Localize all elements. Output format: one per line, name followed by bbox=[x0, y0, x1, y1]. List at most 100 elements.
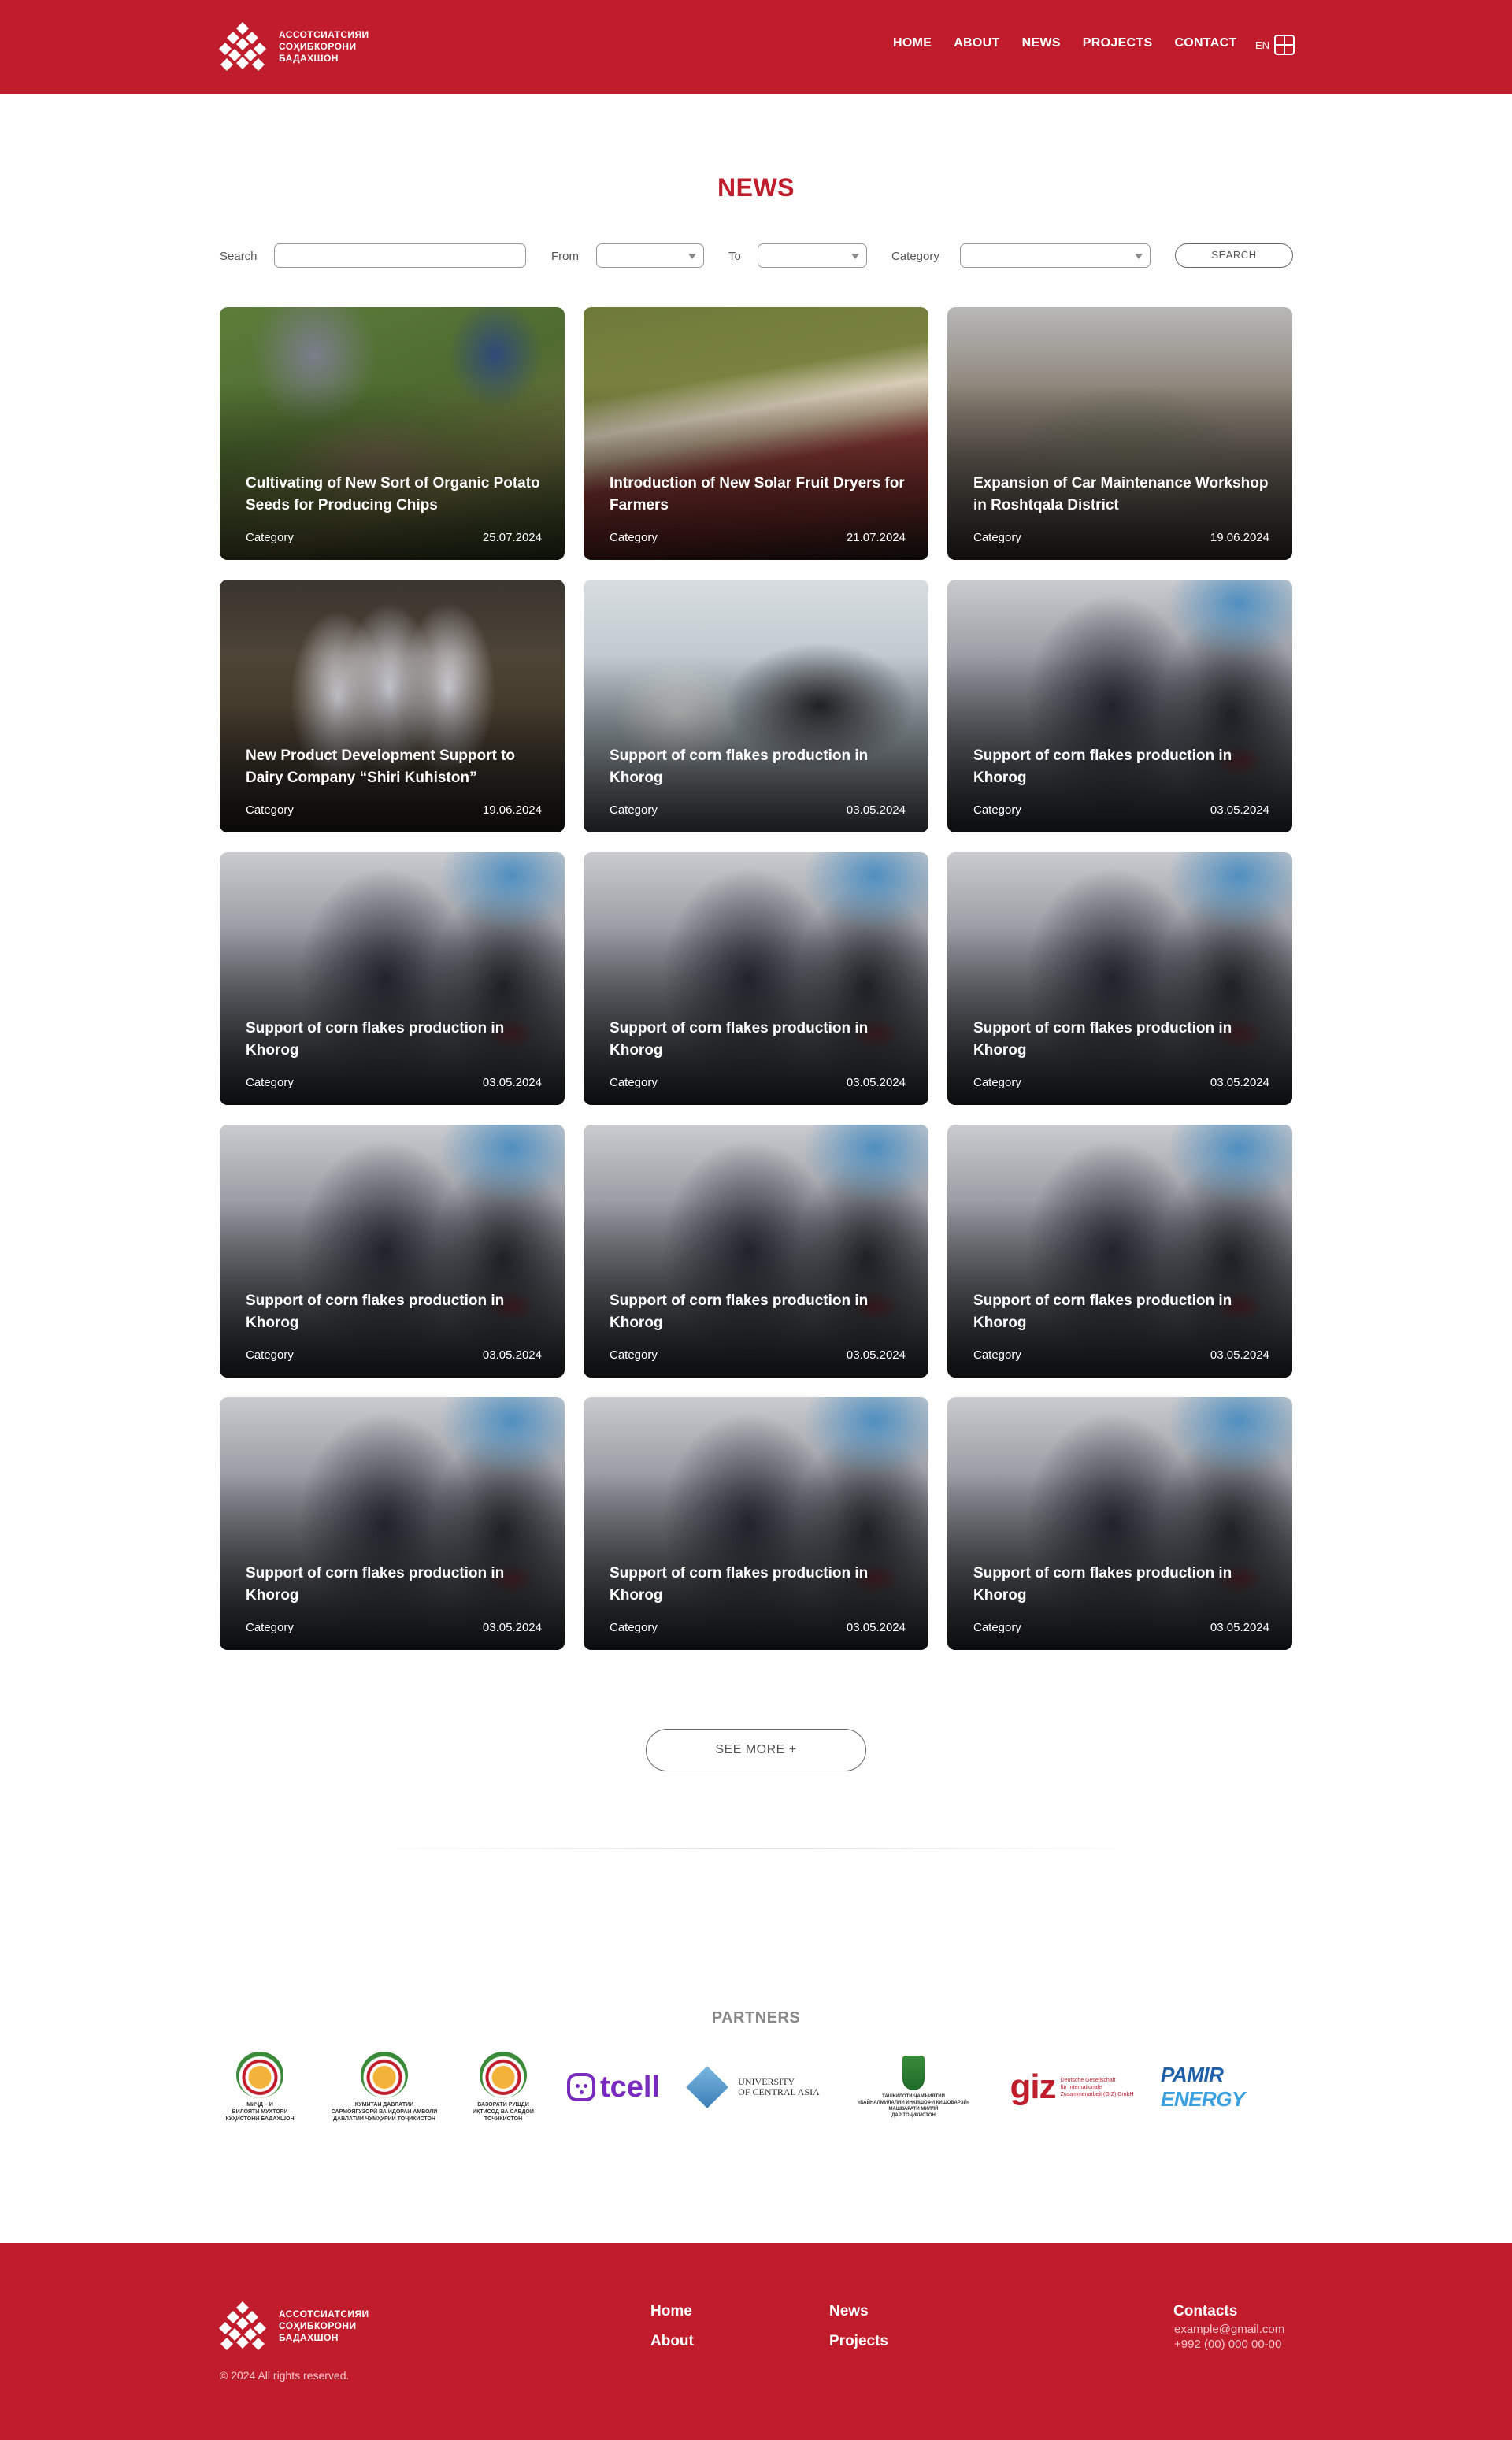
partner-logo[interactable]: ВАЗОРАТИ РУШДИ ИҚТИСОД ВА САВДОИ ТОҶИКИС… bbox=[468, 2052, 539, 2123]
logo-line: АССОТСИАТСИЯИ bbox=[279, 28, 369, 40]
partner-logo[interactable]: ТАШКИЛОТИ ҶАМЪИЯТИИ «БАЙНАЛМИЛАЛИИ ИНКИШ… bbox=[846, 2052, 981, 2123]
footer-logo[interactable]: АССОТСИАТСИЯИ СОҲИБКОРОНИ БАДАХШОН bbox=[219, 2300, 369, 2352]
partner-logo[interactable]: PAMIR ENERGY bbox=[1161, 2052, 1292, 2123]
to-date-select[interactable] bbox=[758, 243, 867, 268]
partner-logo[interactable]: UNIVERSITY OF CENTRAL ASIA bbox=[686, 2052, 822, 2123]
news-title: Support of corn flakes production in Kho… bbox=[973, 1292, 1232, 1331]
news-category: Category bbox=[246, 1621, 294, 1634]
news-title: Support of corn flakes production in Kho… bbox=[973, 1565, 1232, 1604]
nav-projects[interactable]: PROJECTS bbox=[1083, 36, 1153, 50]
image-overlay bbox=[584, 1125, 928, 1378]
uca-diamond-icon bbox=[686, 2066, 729, 2108]
logo-line: БАДАХШОН bbox=[279, 52, 339, 64]
news-date: 03.05.2024 bbox=[1210, 1076, 1269, 1089]
news-card[interactable]: Support of corn flakes production in Kho… bbox=[584, 852, 928, 1105]
image-overlay bbox=[220, 1125, 565, 1378]
news-date: 03.05.2024 bbox=[482, 1348, 542, 1362]
language-switcher[interactable]: EN bbox=[1255, 35, 1295, 55]
news-card[interactable]: Support of corn flakes production in Kho… bbox=[947, 580, 1292, 832]
state-emblem-icon bbox=[236, 2052, 284, 2098]
site-header: АССОТСИАТСИЯИ СОҲИБКОРОНИ БАДАХШОН HOME … bbox=[0, 0, 1512, 94]
image-overlay bbox=[584, 1397, 928, 1650]
contact-phone[interactable]: +992 (00) 000 00-00 bbox=[1174, 2338, 1281, 2351]
partner-logo[interactable]: giz Deutsche Gesellschaft für Internatio… bbox=[1005, 2052, 1139, 2123]
search-input[interactable] bbox=[274, 243, 526, 268]
giz-logo: giz Deutsche Gesellschaft für Internatio… bbox=[1010, 2067, 1133, 2107]
see-more-button[interactable]: SEE MORE + bbox=[646, 1729, 866, 1771]
partner-caption: МИҶД – И ВИЛОЯТИ МУХТОРИ КӮҲИСТОНИ БАДАХ… bbox=[225, 2102, 295, 2122]
giz-wordmark: giz bbox=[1010, 2067, 1056, 2106]
state-emblem-icon bbox=[480, 2052, 527, 2098]
news-card[interactable]: Support of corn flakes production in Kho… bbox=[947, 1397, 1292, 1650]
news-card[interactable]: New Product Development Support to Dairy… bbox=[220, 580, 565, 832]
news-title: Support of corn flakes production in Kho… bbox=[246, 1292, 505, 1331]
search-button[interactable]: SEARCH bbox=[1175, 243, 1293, 268]
partner-caption: ВАЗОРАТИ РУШДИ ИҚТИСОД ВА САВДОИ ТОҶИКИС… bbox=[472, 2102, 534, 2122]
footer-link-home[interactable]: Home bbox=[650, 2303, 692, 2320]
news-date: 19.06.2024 bbox=[482, 803, 542, 817]
news-title: Support of corn flakes production in Kho… bbox=[610, 1020, 869, 1059]
news-card[interactable]: Support of corn flakes production in Kho… bbox=[584, 580, 928, 832]
news-category: Category bbox=[973, 1621, 1021, 1634]
pamir-energy-logo: PAMIR ENERGY bbox=[1161, 2063, 1245, 2111]
logo-line: СОҲИБКОРОНИ bbox=[279, 40, 357, 52]
image-overlay bbox=[220, 307, 565, 560]
image-overlay bbox=[220, 1397, 565, 1650]
to-label: To bbox=[728, 250, 741, 263]
logo-mark-icon bbox=[219, 2301, 266, 2350]
news-category: Category bbox=[246, 803, 294, 817]
category-select[interactable] bbox=[960, 243, 1151, 268]
green-stamp-icon bbox=[902, 2056, 925, 2090]
news-category: Category bbox=[973, 1076, 1021, 1089]
news-date: 19.06.2024 bbox=[1210, 531, 1269, 544]
news-title: Support of corn flakes production in Kho… bbox=[610, 1292, 869, 1331]
partner-logo[interactable]: КУМИТАИ ДАВЛАТИИ САРМОЯГУЗОРӢ ВА ИДОРАИ … bbox=[321, 2052, 447, 2123]
language-label: EN bbox=[1255, 39, 1270, 51]
contact-email[interactable]: example@gmail.com bbox=[1174, 2323, 1284, 2336]
news-card[interactable]: Support of corn flakes production in Kho… bbox=[584, 1397, 928, 1650]
news-category: Category bbox=[246, 531, 294, 544]
site-footer: АССОТСИАТСИЯИ СОҲИБКОРОНИ БАДАХШОН © 202… bbox=[0, 2243, 1512, 2440]
news-card[interactable]: Expansion of Car Maintenance Workshop in… bbox=[947, 307, 1292, 560]
news-card[interactable]: Support of corn flakes production in Kho… bbox=[947, 852, 1292, 1105]
news-card[interactable]: Support of corn flakes production in Kho… bbox=[220, 852, 565, 1105]
image-overlay bbox=[584, 580, 928, 832]
image-overlay bbox=[584, 852, 928, 1105]
footer-link-projects[interactable]: Projects bbox=[829, 2333, 888, 2350]
news-filters: Search From To Category SEARCH bbox=[220, 243, 1293, 269]
category-label: Category bbox=[891, 250, 939, 263]
logo-text: АССОТСИАТСИЯИ СОҲИБКОРОНИ БАДАХШОН bbox=[279, 29, 369, 65]
image-overlay bbox=[584, 307, 928, 560]
news-card[interactable]: Introduction of New Solar Fruit Dryers f… bbox=[584, 307, 928, 560]
news-title: Support of corn flakes production in Kho… bbox=[246, 1020, 505, 1059]
news-title: Support of corn flakes production in Kho… bbox=[246, 1565, 505, 1604]
footer-link-about[interactable]: About bbox=[650, 2333, 694, 2350]
nav-contact[interactable]: CONTACT bbox=[1174, 36, 1236, 50]
news-card[interactable]: Support of corn flakes production in Kho… bbox=[220, 1397, 565, 1650]
nav-home[interactable]: HOME bbox=[893, 36, 932, 50]
from-date-select[interactable] bbox=[596, 243, 704, 268]
footer-link-news[interactable]: News bbox=[829, 2303, 869, 2320]
news-card[interactable]: Support of corn flakes production in Kho… bbox=[584, 1125, 928, 1378]
image-overlay bbox=[947, 852, 1292, 1105]
nav-news[interactable]: NEWS bbox=[1022, 36, 1061, 50]
news-date: 03.05.2024 bbox=[1210, 1621, 1269, 1634]
image-overlay bbox=[220, 580, 565, 832]
site-logo[interactable]: АССОТСИАТСИЯИ СОҲИБКОРОНИ БАДАХШОН bbox=[219, 20, 376, 72]
news-date: 21.07.2024 bbox=[846, 531, 906, 544]
partner-logo[interactable]: tcell bbox=[562, 2052, 665, 2123]
from-label: From bbox=[551, 250, 579, 263]
news-title: Support of corn flakes production in Kho… bbox=[610, 747, 869, 786]
news-date: 03.05.2024 bbox=[846, 803, 906, 817]
news-title: New Product Development Support to Dairy… bbox=[246, 747, 516, 786]
news-card[interactable]: Cultivating of New Sort of Organic Potat… bbox=[220, 307, 565, 560]
image-overlay bbox=[947, 580, 1292, 832]
nav-about[interactable]: ABOUT bbox=[954, 36, 999, 50]
news-category: Category bbox=[973, 531, 1021, 544]
search-label: Search bbox=[220, 250, 258, 263]
uca-logo: UNIVERSITY OF CENTRAL ASIA bbox=[686, 2066, 820, 2108]
news-card[interactable]: Support of corn flakes production in Kho… bbox=[947, 1125, 1292, 1378]
news-card[interactable]: Support of corn flakes production in Kho… bbox=[220, 1125, 565, 1378]
partner-logo[interactable]: МИҶД – И ВИЛОЯТИ МУХТОРИ КӮҲИСТОНИ БАДАХ… bbox=[222, 2052, 298, 2123]
logo-text: АССОТСИАТСИЯИ СОҲИБКОРОНИ БАДАХШОН bbox=[279, 2308, 369, 2344]
